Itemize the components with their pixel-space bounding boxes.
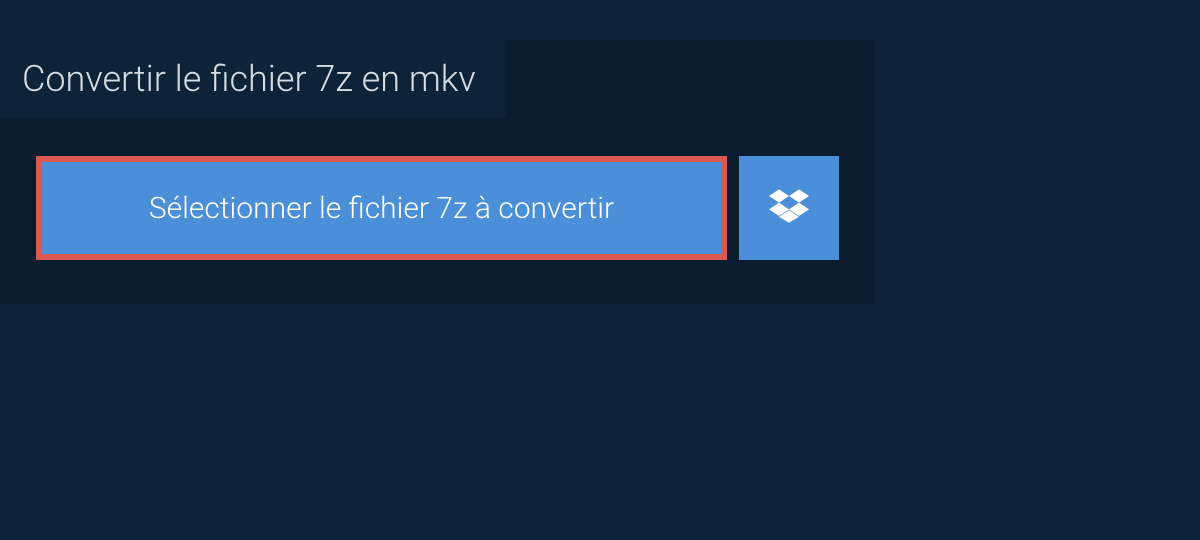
- dropbox-button[interactable]: [739, 156, 839, 260]
- converter-tab[interactable]: Convertir le fichier 7z en mkv: [0, 40, 506, 118]
- select-file-button[interactable]: Sélectionner le fichier 7z à convertir: [36, 156, 727, 260]
- tab-title: Convertir le fichier 7z en mkv: [22, 58, 476, 100]
- dropbox-icon: [769, 186, 809, 230]
- select-file-label: Sélectionner le fichier 7z à convertir: [149, 191, 614, 226]
- action-row: Sélectionner le fichier 7z à convertir: [0, 118, 875, 304]
- converter-panel: Convertir le fichier 7z en mkv Sélection…: [0, 40, 875, 304]
